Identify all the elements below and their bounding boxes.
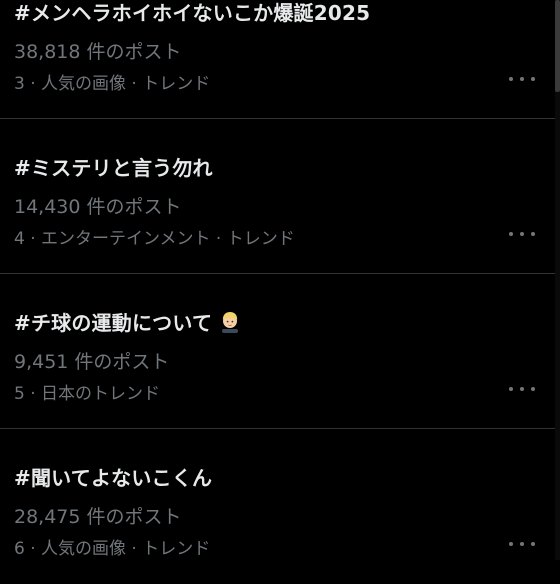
trend-name-with-emoji[interactable]: #チ球の運動について	[14, 307, 242, 338]
scrollbar-thumb[interactable]	[555, 0, 560, 92]
trend-post-count: 38,818 件のポスト	[14, 41, 182, 63]
more-horizontal-icon	[509, 232, 513, 236]
trend-item[interactable]: #チ球の運動について 9,451 件のポスト 5 · 日本のトレンド	[0, 274, 555, 429]
trend-name[interactable]: #メンヘラホイホイないこか爆誕2025	[14, 0, 370, 26]
more-options-button[interactable]	[509, 379, 535, 399]
blond-person-emoji-icon	[218, 309, 242, 338]
trend-name-text: #チ球の運動について	[14, 311, 213, 335]
trend-item[interactable]: #聞いてよないこくん 28,475 件のポスト 6 · 人気の画像 · トレンド	[0, 429, 555, 584]
more-options-button[interactable]	[509, 224, 535, 244]
more-options-button[interactable]	[509, 534, 535, 554]
trend-list: #メンヘラホイホイないこか爆誕2025 38,818 件のポスト 3 · 人気の…	[0, 0, 555, 584]
scrollbar-track[interactable]	[555, 0, 560, 560]
trend-name[interactable]: #ミステリと言う勿れ	[14, 152, 213, 181]
trend-post-count: 14,430 件のポスト	[14, 196, 182, 218]
trend-meta: 5 · 日本のトレンド	[14, 384, 161, 404]
trend-meta: 3 · 人気の画像 · トレンド	[14, 74, 211, 94]
trend-item[interactable]: #メンヘラホイホイないこか爆誕2025 38,818 件のポスト 3 · 人気の…	[0, 0, 555, 119]
trend-post-count: 9,451 件のポスト	[14, 351, 170, 373]
more-horizontal-icon	[509, 387, 513, 391]
more-horizontal-icon	[509, 77, 513, 81]
trend-meta: 4 · エンターテインメント · トレンド	[14, 229, 295, 249]
trend-name[interactable]: #聞いてよないこくん	[14, 462, 212, 491]
trend-post-count: 28,475 件のポスト	[14, 506, 182, 528]
more-options-button[interactable]	[509, 69, 535, 89]
more-horizontal-icon	[509, 542, 513, 546]
trend-item[interactable]: #ミステリと言う勿れ 14,430 件のポスト 4 · エンターテインメント ·…	[0, 119, 555, 274]
trend-meta: 6 · 人気の画像 · トレンド	[14, 539, 211, 559]
